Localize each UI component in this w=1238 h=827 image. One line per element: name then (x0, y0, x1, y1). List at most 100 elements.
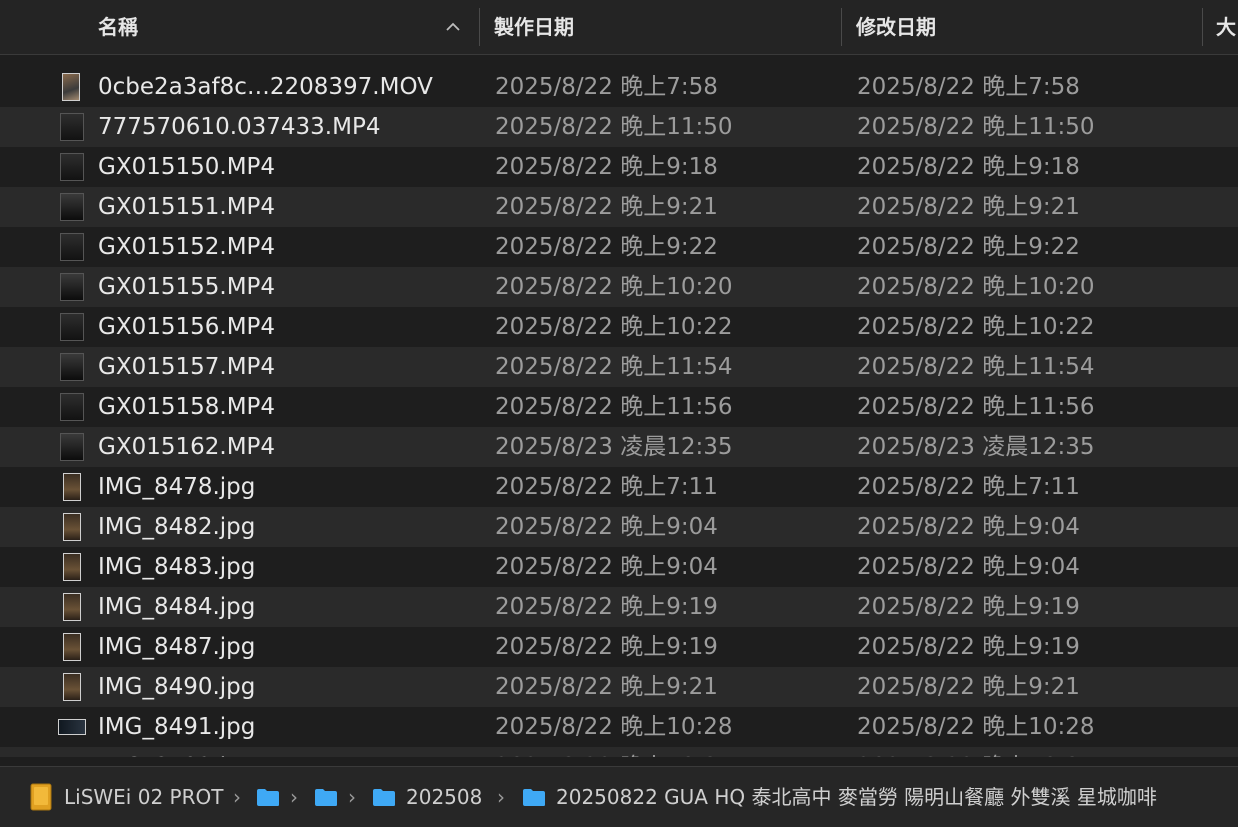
file-created-date: 2025/8/22 晚上9:19 (495, 594, 718, 620)
column-divider[interactable] (1202, 8, 1203, 46)
file-name: 0cbe2a3af8c…2208397.MOV (98, 74, 433, 100)
path-item-folder[interactable]: 202508 (406, 767, 482, 827)
drive-icon (30, 783, 52, 811)
file-created-date: 2025/8/23 凌晨12:35 (495, 434, 733, 460)
column-header: 名稱 製作日期 修改日期 大 (0, 0, 1238, 55)
file-name: GX015162.MP4 (98, 434, 276, 460)
column-divider[interactable] (479, 8, 480, 46)
file-name: GX015151.MP4 (98, 194, 276, 220)
chevron-up-icon[interactable] (443, 17, 463, 37)
path-bar: LiSWEi 02 PROT › › › 202508 › 20250822 G… (0, 766, 1238, 827)
file-row[interactable]: IMG_8478.jpg 2025/8/22 晚上7:11 2025/8/22 晚上… (0, 467, 1238, 507)
folder-icon[interactable] (372, 787, 396, 807)
file-modified-date: 2025/8/22 晚上9:04 (857, 554, 1080, 580)
file-modified-date: 2025/8/22 晚上9:21 (857, 674, 1080, 700)
folder-icon[interactable] (522, 787, 546, 807)
chevron-right-icon: › (233, 785, 241, 809)
file-created-date: 2025/8/22 晚上9:21 (495, 194, 718, 220)
column-header-created[interactable]: 製作日期 (494, 0, 574, 54)
chevron-right-icon: › (348, 785, 356, 809)
file-name: GX015152.MP4 (98, 234, 276, 260)
file-row[interactable]: IMG_8491.jpg 2025/8/22 晚上10:28 2025/8/22 晚… (0, 707, 1238, 747)
file-modified-date: 2025/8/22 晚上10:20 (857, 274, 1095, 300)
file-name: IMG_8487.jpg (98, 634, 256, 660)
file-created-date: 2025/8/22 晚上7:11 (495, 474, 718, 500)
file-modified-date: 2025/8/22 晚上9:18 (857, 154, 1080, 180)
file-modified-date: 2025/8/22 晚上11:54 (857, 354, 1095, 380)
file-created-date: 2025/8/22 晚上10:20 (495, 274, 733, 300)
file-name: 777570610.037433.MP4 (98, 114, 381, 140)
file-name: GX015157.MP4 (98, 354, 276, 380)
file-row[interactable]: GX015150.MP4 2025/8/22 晚上9:18 2025/8/22 晚上… (0, 147, 1238, 187)
file-name: GX015155.MP4 (98, 274, 276, 300)
file-row[interactable]: IMG_8483.jpg 2025/8/22 晚上9:04 2025/8/22 晚上… (0, 547, 1238, 587)
file-thumbnail-icon (63, 593, 81, 621)
column-header-size[interactable]: 大 (1216, 0, 1236, 54)
file-modified-date: 2025/8/22 晚上10:35 (857, 747, 1095, 757)
file-name: IMG_8491.jpg (98, 714, 256, 740)
file-created-date: 2025/8/22 晚上9:22 (495, 234, 718, 260)
file-thumbnail-icon (60, 353, 84, 381)
file-row[interactable]: GX015157.MP4 2025/8/22 晚上11:54 2025/8/22 晚… (0, 347, 1238, 387)
file-row[interactable]: IMG_8487.jpg 2025/8/22 晚上9:19 2025/8/22 晚上… (0, 627, 1238, 667)
file-name: IMG_8483.jpg (98, 554, 256, 580)
file-row[interactable]: GX015151.MP4 2025/8/22 晚上9:21 2025/8/22 晚上… (0, 187, 1238, 227)
file-created-date: 2025/8/22 晚上10:28 (495, 714, 733, 740)
column-header-name[interactable]: 名稱 (98, 0, 138, 54)
folder-icon[interactable] (256, 787, 280, 807)
column-header-modified[interactable]: 修改日期 (856, 0, 936, 54)
file-row[interactable]: GX015156.MP4 2025/8/22 晚上10:22 2025/8/22 晚… (0, 307, 1238, 347)
file-modified-date: 2025/8/22 晚上11:56 (857, 394, 1095, 420)
file-created-date: 2025/8/22 晚上11:54 (495, 354, 733, 380)
file-row[interactable]: GX015162.MP4 2025/8/23 凌晨12:35 2025/8/23 凌… (0, 427, 1238, 467)
file-modified-date: 2025/8/23 凌晨12:35 (857, 434, 1095, 460)
file-thumbnail-icon (63, 673, 81, 701)
folder-icon[interactable] (314, 787, 338, 807)
file-modified-date: 2025/8/22 晚上7:11 (857, 474, 1080, 500)
file-thumbnail-icon (60, 313, 84, 341)
file-row[interactable]: IMG_8492.jpg 2025/8/22 晚上10:35 2025/8/22 晚… (0, 747, 1238, 757)
chevron-right-icon: › (497, 785, 505, 809)
file-thumbnail-icon (60, 233, 84, 261)
file-row[interactable]: GX015155.MP4 2025/8/22 晚上10:20 2025/8/22 晚… (0, 267, 1238, 307)
file-thumbnail-icon (63, 473, 81, 501)
column-divider[interactable] (841, 8, 842, 46)
file-created-date: 2025/8/22 晚上9:04 (495, 514, 718, 540)
file-thumbnail-icon (63, 553, 81, 581)
file-row[interactable]: GX015158.MP4 2025/8/22 晚上11:56 2025/8/22 晚… (0, 387, 1238, 427)
file-thumbnail-icon (63, 513, 81, 541)
file-modified-date: 2025/8/22 晚上9:22 (857, 234, 1080, 260)
file-thumbnail-icon (60, 193, 84, 221)
file-modified-date: 2025/8/22 晚上10:28 (857, 714, 1095, 740)
file-name: GX015158.MP4 (98, 394, 276, 420)
file-list: 0cbe2a3af8c…2208397.MOV 2025/8/22 晚上7:58 2… (0, 67, 1238, 757)
file-name: GX015150.MP4 (98, 154, 276, 180)
file-modified-date: 2025/8/22 晚上9:21 (857, 194, 1080, 220)
file-created-date: 2025/8/22 晚上11:50 (495, 114, 733, 140)
file-row[interactable]: GX015152.MP4 2025/8/22 晚上9:22 2025/8/22 晚上… (0, 227, 1238, 267)
file-row[interactable]: 0cbe2a3af8c…2208397.MOV 2025/8/22 晚上7:58 2… (0, 67, 1238, 107)
file-modified-date: 2025/8/22 晚上10:22 (857, 314, 1095, 340)
file-created-date: 2025/8/22 晚上7:58 (495, 74, 718, 100)
file-modified-date: 2025/8/22 晚上11:50 (857, 114, 1095, 140)
file-row[interactable]: 777570610.037433.MP4 2025/8/22 晚上11:50 202… (0, 107, 1238, 147)
path-item-drive[interactable]: LiSWEi 02 PROT (64, 767, 232, 827)
file-thumbnail-icon (60, 393, 84, 421)
file-name: IMG_8492.jpg (98, 747, 255, 757)
file-row[interactable]: IMG_8482.jpg 2025/8/22 晚上9:04 2025/8/22 晚上… (0, 507, 1238, 547)
path-item-current-folder[interactable]: 20250822 GUA HQ 泰北高中 麥當勞 陽明山餐廳 外雙溪 星城咖啡 (556, 767, 1232, 827)
file-thumbnail-icon (58, 719, 86, 735)
file-thumbnail-icon (60, 153, 84, 181)
file-name: IMG_8490.jpg (98, 674, 256, 700)
file-row[interactable]: IMG_8490.jpg 2025/8/22 晚上9:21 2025/8/22 晚上… (0, 667, 1238, 707)
file-row[interactable]: IMG_8484.jpg 2025/8/22 晚上9:19 2025/8/22 晚上… (0, 587, 1238, 627)
file-name: IMG_8478.jpg (98, 474, 256, 500)
file-thumbnail-icon (60, 113, 84, 141)
file-thumbnail-icon (60, 273, 84, 301)
file-created-date: 2025/8/22 晚上9:21 (495, 674, 718, 700)
file-created-date: 2025/8/22 晚上10:35 (495, 747, 733, 757)
file-created-date: 2025/8/22 晚上9:04 (495, 554, 718, 580)
file-thumbnail-icon (63, 633, 81, 661)
file-created-date: 2025/8/22 晚上10:22 (495, 314, 733, 340)
file-created-date: 2025/8/22 晚上9:19 (495, 634, 718, 660)
